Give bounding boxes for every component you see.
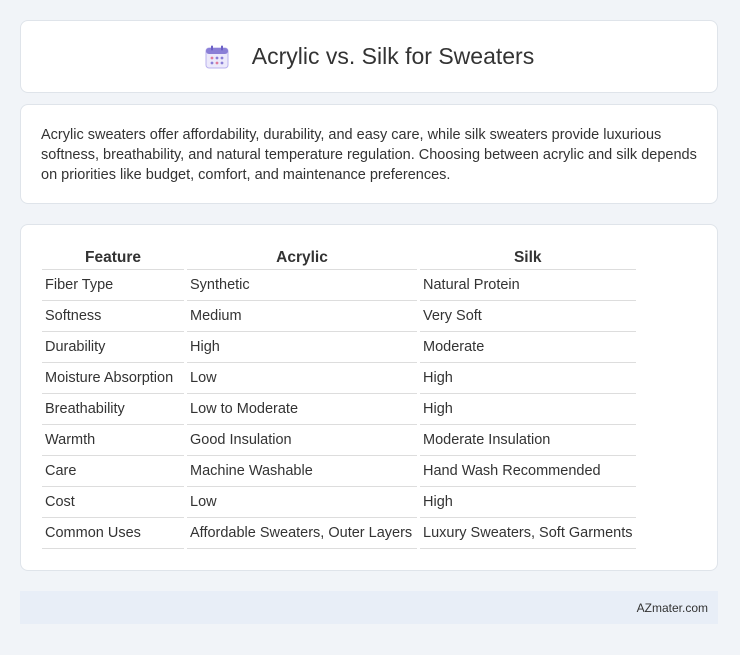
cell-silk: High — [420, 487, 636, 518]
table-row: Breathability Low to Moderate High — [42, 394, 636, 425]
footer: AZmater.com — [20, 591, 718, 624]
cell-silk: Very Soft — [420, 301, 636, 332]
cell-acrylic: Machine Washable — [187, 456, 417, 487]
page-title: Acrylic vs. Silk for Sweaters — [251, 43, 535, 69]
cell-silk: Luxury Sweaters, Soft Garments — [420, 518, 636, 549]
header-silk: Silk — [420, 245, 636, 270]
header-acrylic: Acrylic — [187, 245, 417, 270]
cell-feature: Breathability — [42, 394, 184, 425]
header-feature: Feature — [42, 245, 184, 270]
comparison-table: Feature Acrylic Silk Fiber Type Synthetic… — [39, 245, 639, 549]
cell-feature: Cost — [42, 487, 184, 518]
calendar-icon — [205, 45, 229, 68]
table-row: Softness Medium Very Soft — [42, 301, 636, 332]
cell-silk: Moderate Insulation — [420, 425, 636, 456]
cell-acrylic: Low to Moderate — [187, 394, 417, 425]
cell-silk: High — [420, 363, 636, 394]
table-row: Moisture Absorption Low High — [42, 363, 636, 394]
table-row: Fiber Type Synthetic Natural Protein — [42, 270, 636, 301]
cell-feature: Durability — [42, 332, 184, 363]
cell-silk: High — [420, 394, 636, 425]
cell-acrylic: Affordable Sweaters, Outer Layers — [187, 518, 417, 549]
intro-card: Acrylic sweaters offer affordability, du… — [20, 104, 718, 204]
cell-silk: Moderate — [420, 332, 636, 363]
cell-acrylic: Good Insulation — [187, 425, 417, 456]
cell-feature: Common Uses — [42, 518, 184, 549]
footer-brand: AZmater.com — [636, 600, 708, 615]
cell-acrylic: Low — [187, 363, 417, 394]
intro-text: Acrylic sweaters offer affordability, du… — [41, 127, 697, 183]
table-row: Durability High Moderate — [42, 332, 636, 363]
cell-acrylic: Low — [187, 487, 417, 518]
cell-feature: Care — [42, 456, 184, 487]
table-row: Cost Low High — [42, 487, 636, 518]
table-row: Warmth Good Insulation Moderate Insulation — [42, 425, 636, 456]
table-row: Common Uses Affordable Sweaters, Outer La… — [42, 518, 636, 549]
comparison-card: Feature Acrylic Silk Fiber Type Synthetic… — [20, 224, 718, 571]
cell-silk: Hand Wash Recommended — [420, 456, 636, 487]
cell-feature: Moisture Absorption — [42, 363, 184, 394]
cell-acrylic: Medium — [187, 301, 417, 332]
cell-feature: Softness — [42, 301, 184, 332]
cell-silk: Natural Protein — [420, 270, 636, 301]
cell-feature: Warmth — [42, 425, 184, 456]
header-card: Acrylic vs. Silk for Sweaters — [20, 20, 718, 93]
cell-acrylic: High — [187, 332, 417, 363]
cell-acrylic: Synthetic — [187, 270, 417, 301]
table-header-row: Feature Acrylic Silk — [42, 245, 636, 270]
table-body: Fiber Type Synthetic Natural Protein Softne… — [42, 270, 636, 549]
cell-feature: Fiber Type — [42, 270, 184, 301]
table-row: Care Machine Washable Hand Wash Recommende… — [42, 456, 636, 487]
